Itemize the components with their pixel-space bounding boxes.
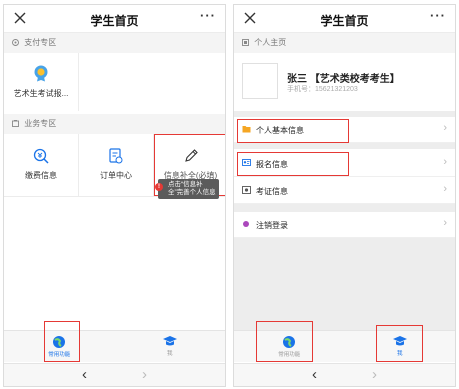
- personal-section-title: 个人主页: [254, 38, 287, 47]
- business-tile-order-center[interactable]: 订单中心: [79, 134, 153, 196]
- browser-nav-bar: ‹ ›: [234, 363, 455, 386]
- chevron-right-icon: ›: [443, 156, 447, 168]
- graduation-cap-icon: [162, 336, 177, 346]
- spacer: [234, 204, 455, 212]
- divider: [78, 53, 79, 111]
- spacer: [234, 143, 455, 149]
- tooltip-badge: !: [155, 183, 163, 191]
- empty-area: [234, 238, 455, 330]
- highlight-box-tab: [44, 321, 80, 362]
- payment-section-title: 支付专区: [24, 38, 57, 47]
- certificate-icon: [242, 186, 251, 194]
- menu-row-logout[interactable]: 注销登录 ›: [234, 212, 455, 238]
- payment-tile-label: 艺术生考试报...: [13, 89, 69, 98]
- row-label: 考证信息: [256, 187, 288, 196]
- more-menu-button[interactable]: ···: [430, 8, 446, 23]
- more-menu-button[interactable]: ···: [200, 8, 216, 23]
- business-section-header: 业务专区: [4, 114, 225, 134]
- logout-icon: [243, 221, 249, 227]
- chevron-right-icon: ›: [443, 183, 447, 195]
- payment-section-header: 支付专区: [4, 33, 225, 53]
- business-section-title: 业务专区: [24, 119, 57, 128]
- tab-label: 我: [166, 351, 173, 357]
- back-button[interactable]: ‹: [312, 366, 317, 383]
- chevron-right-icon: ›: [443, 122, 447, 134]
- title-bar: 学生首页 ···: [4, 5, 225, 33]
- left-phone-screen: 学生首页 ··· 支付专区 艺术生考试报... 业务专区 缴费信息 订单中心 信…: [3, 4, 226, 387]
- forward-button[interactable]: ›: [142, 366, 147, 383]
- tooltip-line: 全”完善个人信息: [168, 189, 216, 196]
- personal-section-header: 个人主页: [234, 33, 455, 53]
- tooltip-line: 点击“信息补: [168, 181, 203, 188]
- window-title: 学生首页: [320, 14, 369, 28]
- tab-me[interactable]: 我: [115, 331, 226, 363]
- profile-card[interactable]: 张三 【艺术类校考考生】 手机号：15621321203: [234, 53, 455, 111]
- highlight-box-registration-info: [237, 152, 349, 176]
- bottom-tab-bar: 常用功能 我: [4, 330, 225, 362]
- payment-tile-art-exam[interactable]: 艺术生考试报...: [4, 53, 78, 111]
- payment-section-icon: [12, 39, 19, 47]
- avatar: [242, 63, 278, 99]
- highlight-box-basic-info: [237, 119, 349, 143]
- order-icon: [109, 148, 123, 164]
- title-bar: 学生首页 ···: [234, 5, 455, 33]
- art-exam-icon: [34, 65, 48, 82]
- profile-name: 张三 【艺术类校考考生】: [287, 74, 400, 85]
- money-search-icon: [33, 148, 49, 164]
- highlight-box-tab: [256, 321, 313, 362]
- menu-row-certificate-info[interactable]: 考证信息 ›: [234, 178, 455, 204]
- highlight-box-tab: [376, 325, 423, 362]
- window-title: 学生首页: [90, 14, 139, 28]
- business-tile-label: 订单中心: [100, 171, 132, 180]
- right-phone-screen: 学生首页 ··· 个人主页 张三 【艺术类校考考生】 手机号：156213212…: [233, 4, 456, 387]
- business-tile-payment-info[interactable]: 缴费信息: [4, 134, 78, 196]
- chevron-right-icon: ›: [443, 217, 447, 229]
- browser-nav-bar: ‹ ›: [4, 363, 225, 386]
- business-section-icon: [12, 120, 19, 128]
- back-button[interactable]: ‹: [82, 366, 87, 383]
- profile-phone: 手机号：15621321203: [287, 86, 358, 93]
- guide-tooltip: ! 点击“信息补 全”完善个人信息: [155, 179, 219, 199]
- profile-section-icon: [242, 39, 249, 47]
- forward-button[interactable]: ›: [372, 366, 377, 383]
- business-tile-label: 缴费信息: [25, 171, 57, 180]
- row-label: 注销登录: [256, 221, 288, 230]
